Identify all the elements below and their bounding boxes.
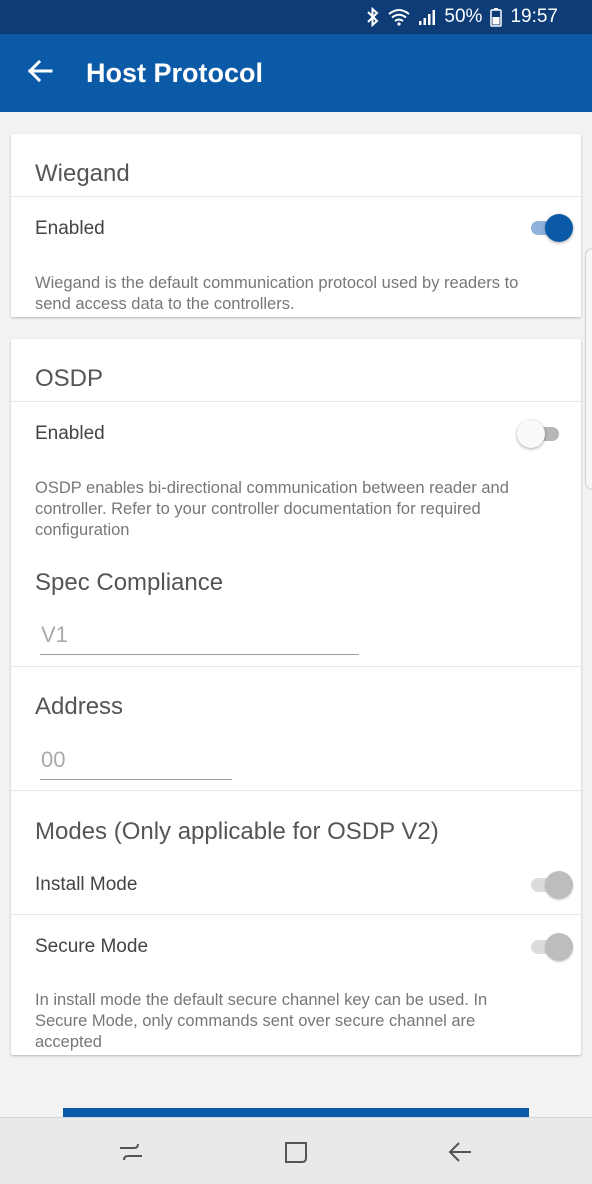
home-icon[interactable] <box>276 1134 316 1170</box>
divider <box>11 790 581 791</box>
osdp-enabled-toggle[interactable] <box>517 419 563 449</box>
divider <box>11 914 581 915</box>
wifi-icon <box>388 8 411 26</box>
divider <box>11 196 581 197</box>
battery-percent: 50% <box>444 6 483 27</box>
status-bar: 50% 19:57 <box>0 0 592 34</box>
recent-apps-icon[interactable] <box>111 1134 151 1170</box>
bluetooth-icon <box>366 7 380 27</box>
spec-compliance-field[interactable]: V1 <box>40 622 359 655</box>
wiegand-enabled-toggle[interactable] <box>527 213 573 243</box>
divider <box>11 401 581 402</box>
arrow-left-icon <box>27 59 53 88</box>
modes-title: Modes (Only applicable for OSDP V2) <box>35 818 439 845</box>
osdp-card: OSDP Enabled OSDP enables bi-directional… <box>11 339 581 1055</box>
back-button[interactable] <box>0 34 80 112</box>
secure-mode-label: Secure Mode <box>35 936 149 957</box>
osdp-title: OSDP <box>35 365 104 392</box>
wiegand-enabled-label: Enabled <box>35 218 105 239</box>
secure-mode-toggle[interactable] <box>527 932 573 962</box>
wiegand-title: Wiegand <box>35 160 130 187</box>
install-mode-toggle[interactable] <box>527 870 573 900</box>
back-icon[interactable] <box>441 1134 481 1170</box>
wiegand-description: Wiegand is the default communication pro… <box>35 274 519 313</box>
signal-icon <box>418 8 436 26</box>
battery-icon <box>490 7 503 27</box>
spec-compliance-value: V1 <box>41 622 68 647</box>
spec-compliance-label: Spec Compliance <box>35 569 224 596</box>
osdp-description: OSDP enables bi-directional communicatio… <box>35 479 509 539</box>
address-field[interactable]: 00 <box>40 747 232 780</box>
scroll-indicator[interactable] <box>585 248 592 490</box>
address-label: Address <box>35 693 124 720</box>
wiegand-card: Wiegand Enabled Wiegand is the default c… <box>11 134 581 317</box>
divider <box>11 666 581 667</box>
clock: 19:57 <box>510 6 558 27</box>
page-title: Host Protocol <box>86 57 264 88</box>
osdp-enabled-label: Enabled <box>35 423 105 444</box>
install-mode-label: Install Mode <box>35 874 138 895</box>
address-value: 00 <box>41 747 66 772</box>
modes-description: In install mode the default secure chann… <box>35 991 488 1051</box>
app-bar: Host Protocol <box>0 34 592 112</box>
navigation-bar <box>0 1117 592 1184</box>
